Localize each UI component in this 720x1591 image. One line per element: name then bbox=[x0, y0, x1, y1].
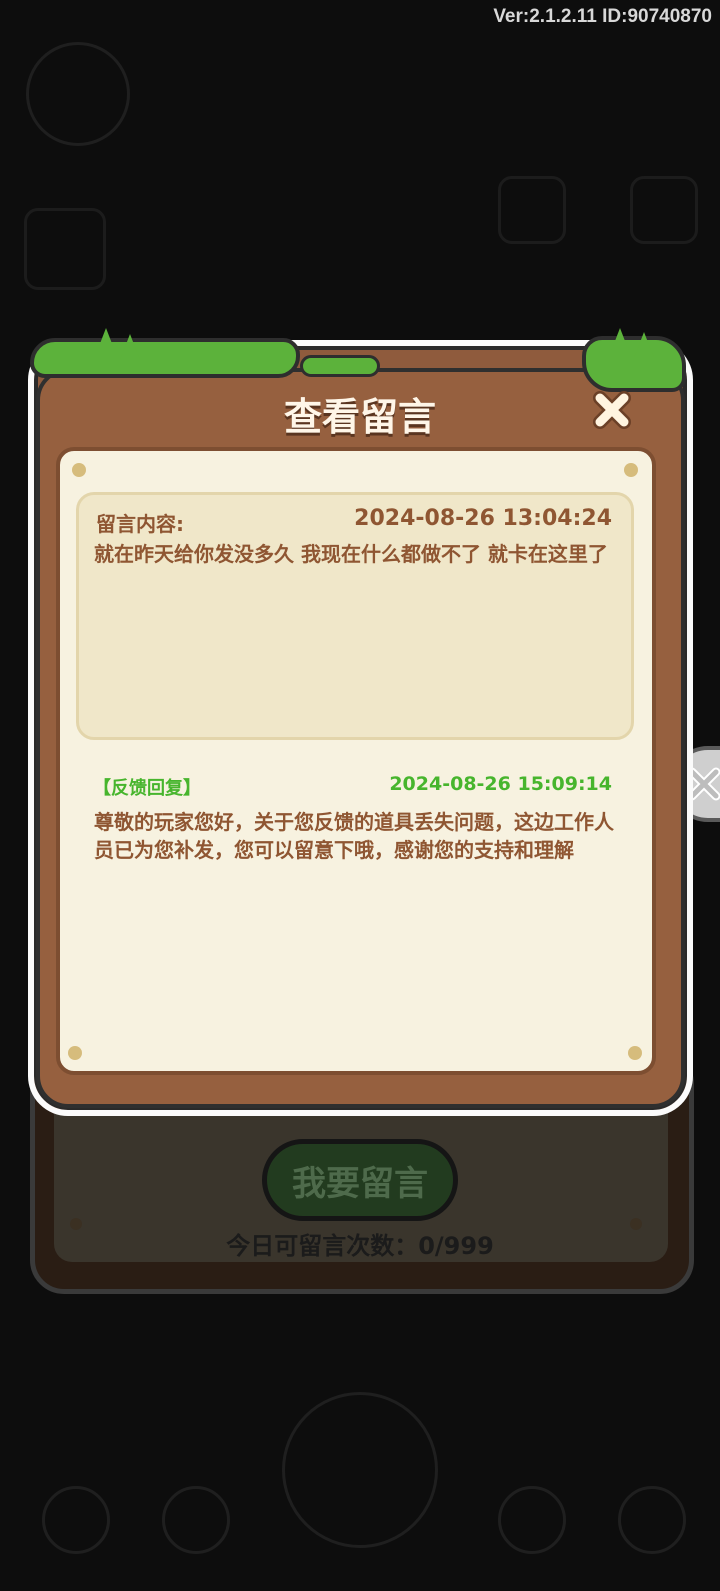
grass-tuft bbox=[634, 332, 654, 358]
background-lock-outline bbox=[162, 1486, 230, 1554]
background-avatar-outline bbox=[26, 42, 130, 146]
version-id-label: Ver:2.1.2.11 ID:90740870 bbox=[493, 6, 712, 27]
reply-timestamp: 2024-08-26 15:09:14 bbox=[389, 773, 612, 795]
paper-pin bbox=[624, 463, 638, 477]
daily-message-count: 今日可留言次数：0/999 bbox=[226, 1232, 494, 1260]
paper-pin bbox=[72, 463, 86, 477]
background-lock-outline bbox=[498, 1486, 566, 1554]
message-label: 留言内容: bbox=[96, 512, 184, 536]
paper-pin bbox=[628, 1046, 642, 1060]
paper-pin bbox=[68, 1046, 82, 1060]
dialog-close-button[interactable] bbox=[588, 386, 636, 434]
grass-tuft bbox=[96, 328, 116, 354]
leave-message-button[interactable]: 我要留言 bbox=[262, 1139, 458, 1221]
grass-decoration-left bbox=[30, 338, 300, 378]
background-settings-outline bbox=[630, 176, 698, 244]
background-center-button-outline bbox=[282, 1392, 438, 1548]
background-play-outline bbox=[498, 176, 566, 244]
background-icon-outline bbox=[24, 208, 106, 290]
background-lock-outline bbox=[618, 1486, 686, 1554]
reply-body: 尊敬的玩家您好，关于您反馈的道具丢失问题，这边工作人员已为您补发，您可以留意下哦… bbox=[94, 810, 614, 862]
close-x-icon bbox=[593, 391, 631, 429]
grass-tuft bbox=[120, 334, 140, 360]
message-timestamp: 2024-08-26 13:04:24 bbox=[354, 506, 612, 531]
grass-decoration-middle bbox=[300, 355, 380, 377]
message-body: 就在昨天给你发没多久 我现在什么都做不了 就卡在这里了 bbox=[94, 542, 608, 566]
reply-label: 【反馈回复】 bbox=[93, 778, 201, 799]
background-lock-outline bbox=[42, 1486, 110, 1554]
grass-tuft bbox=[610, 328, 630, 354]
